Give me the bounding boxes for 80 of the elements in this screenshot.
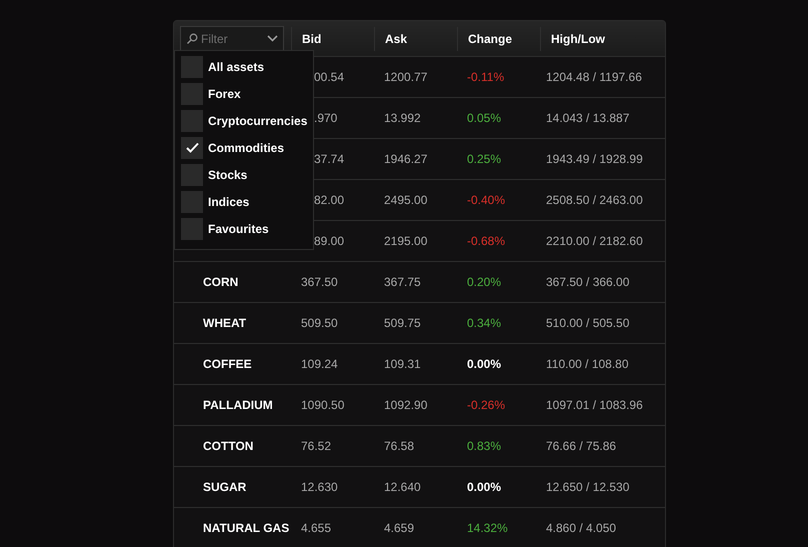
table-cell: 37.74 <box>314 152 344 166</box>
table-cell: 1200.77 <box>384 70 428 84</box>
change-cell: -0.11% <box>467 70 504 84</box>
change-cell: 0.00% <box>467 357 502 371</box>
table-cell: 13.992 <box>384 111 421 125</box>
change-cell: -0.40% <box>467 193 506 207</box>
table-cell: 76.66 / 75.86 <box>546 439 616 453</box>
change-cell: 0.83% <box>467 439 502 453</box>
table-cell: 14.043 / 13.887 <box>546 111 630 125</box>
table-row[interactable]: SUGAR 12.630 12.640 0.00% 12.650 / 12.530 <box>174 467 665 508</box>
table-cell: 509.50 <box>301 316 338 330</box>
column-header[interactable]: Bid <box>302 30 322 48</box>
table-cell: 1090.50 <box>301 398 344 412</box>
table-cell: 2495.00 <box>384 193 428 207</box>
table-cell: 12.640 <box>384 480 421 494</box>
column-header[interactable]: Ask <box>385 30 408 48</box>
table-cell: .970 <box>314 111 338 125</box>
checkbox[interactable] <box>181 110 203 132</box>
table-cell: 12.630 <box>301 480 338 494</box>
table-cell: 00.54 <box>314 70 344 84</box>
filter-dropdown[interactable]: Filter <box>180 26 284 52</box>
table-row[interactable]: NATURAL GAS 4.655 4.659 14.32% 4.860 / 4.050 <box>174 508 665 547</box>
search-icon <box>186 32 198 44</box>
change-cell: 0.34% <box>467 316 502 330</box>
table-cell: 1943.49 / 1928.99 <box>546 152 643 166</box>
filter-option[interactable]: Indices <box>181 188 313 215</box>
table-cell: 367.50 / 366.00 <box>546 275 630 289</box>
table-cell: 1092.90 <box>384 398 428 412</box>
table-cell: 4.655 <box>301 521 332 535</box>
asset-name: COTTON <box>203 439 254 453</box>
checkbox[interactable] <box>181 56 203 78</box>
change-cell: 0.20% <box>467 275 502 289</box>
change-cell: -0.68% <box>467 234 506 248</box>
table-cell: 89.00 <box>314 234 344 248</box>
table-cell: 76.52 <box>301 439 332 453</box>
table-cell: 76.58 <box>384 439 414 453</box>
table-cell: 4.659 <box>384 521 414 535</box>
table-row[interactable]: WHEAT 509.50 509.75 0.34% 510.00 / 505.50 <box>174 303 665 344</box>
table-cell: 367.50 <box>301 275 338 289</box>
table-row[interactable]: CORN 367.50 367.75 0.20% 367.50 / 366.00 <box>174 262 665 303</box>
asset-name: NATURAL GAS <box>203 521 290 535</box>
checkbox[interactable] <box>181 190 203 212</box>
table-cell: 109.24 <box>301 357 338 371</box>
checkbox[interactable] <box>181 82 203 104</box>
asset-name: COFFEE <box>203 357 252 371</box>
table-row[interactable]: COFFEE 109.24 109.31 0.00% 110.00 / 108.80 <box>174 344 665 385</box>
filter-option[interactable]: Cryptocurrencies <box>181 107 313 134</box>
table-cell: 367.75 <box>384 275 421 289</box>
chevron-down-icon <box>267 35 278 42</box>
checkbox[interactable] <box>181 164 203 186</box>
table-cell: 510.00 / 505.50 <box>546 316 630 330</box>
table-cell: 1946.27 <box>384 152 428 166</box>
change-cell: 0.00% <box>467 480 502 494</box>
filter-field[interactable]: Filter <box>201 30 257 48</box>
checkbox[interactable] <box>181 136 203 158</box>
table-cell: 1204.48 / 1197.66 <box>546 70 642 84</box>
table-cell: 4.860 / 4.050 <box>546 521 616 535</box>
table-cell: 509.75 <box>384 316 421 330</box>
asset-name: CORN <box>203 275 238 289</box>
column-header[interactable]: Change <box>468 30 512 48</box>
checkbox[interactable] <box>181 218 203 240</box>
table-row[interactable]: PALLADIUM 1090.50 1092.90 -0.26% 1097.01 / 1083.96 <box>174 385 665 426</box>
table-cell: 1097.01 / 1083.96 <box>546 398 643 412</box>
column-header[interactable]: High/Low <box>551 30 605 48</box>
table-row[interactable]: COTTON 76.52 76.58 0.83% 76.66 / 75.86 <box>174 426 665 467</box>
table-cell: 2210.00 / 2182.60 <box>546 234 643 248</box>
table-cell: 12.650 / 12.530 <box>546 480 630 494</box>
table-cell: 82.00 <box>314 193 344 207</box>
asset-name: WHEAT <box>203 316 246 330</box>
table-cell: 2508.50 / 2463.00 <box>546 193 643 207</box>
change-cell: 14.32% <box>467 521 508 535</box>
asset-name: PALLADIUM <box>203 398 273 412</box>
table-cell: 110.00 / 108.80 <box>546 357 629 371</box>
asset-name: SUGAR <box>203 480 246 494</box>
change-cell: 0.25% <box>467 152 502 166</box>
table-cell: 2195.00 <box>384 234 428 248</box>
change-cell: -0.26% <box>467 398 506 412</box>
check-icon <box>186 142 198 153</box>
change-cell: 0.05% <box>467 111 502 125</box>
table-cell: 109.31 <box>384 357 421 371</box>
